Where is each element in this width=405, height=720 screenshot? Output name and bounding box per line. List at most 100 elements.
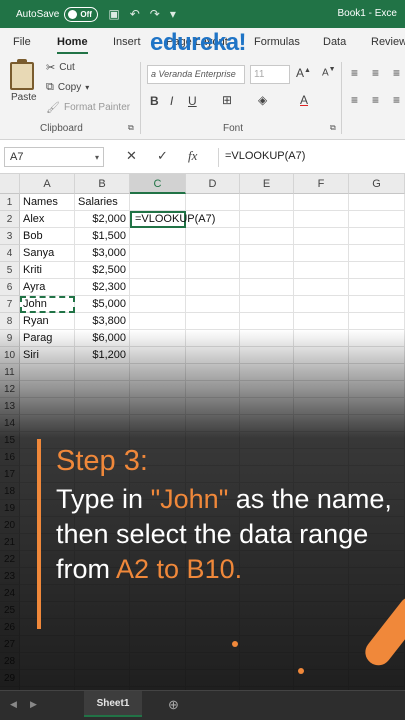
cell-f2[interactable] <box>294 211 349 228</box>
cell-e2[interactable] <box>240 211 294 228</box>
cell-g8[interactable] <box>349 313 405 330</box>
redo-icon[interactable]: ↷ <box>150 7 160 21</box>
cell-e1[interactable] <box>240 194 294 211</box>
cell-a2[interactable]: Alex <box>20 211 75 228</box>
tab-file[interactable]: File <box>13 36 31 48</box>
cell-f5[interactable] <box>294 262 349 279</box>
bold-icon[interactable]: B <box>150 94 159 108</box>
cell-f8[interactable] <box>294 313 349 330</box>
cell-d4[interactable] <box>186 245 240 262</box>
cell-c6[interactable] <box>130 279 186 296</box>
prev-sheet-icon[interactable]: ◀ <box>10 699 17 710</box>
cell-c2[interactable]: =VLOOKUP(A7) <box>130 211 215 228</box>
row-header-1[interactable]: 1 <box>0 194 20 211</box>
cell-b6[interactable]: $2,300 <box>75 279 130 296</box>
cell-a7[interactable]: John <box>20 296 75 313</box>
cell-g1[interactable] <box>349 194 405 211</box>
align-right-icon[interactable]: ≡ <box>393 93 400 107</box>
cell-g3[interactable] <box>349 228 405 245</box>
paste-button[interactable]: Paste <box>11 92 37 103</box>
cell-f4[interactable] <box>294 245 349 262</box>
cell-a5[interactable]: Kriti <box>20 262 75 279</box>
align-middle-icon[interactable]: ≡ <box>372 66 379 80</box>
cell-c5[interactable] <box>130 262 186 279</box>
next-sheet-icon[interactable]: ▶ <box>30 699 37 710</box>
increase-font-icon[interactable]: A▲ <box>296 66 311 80</box>
cell-d5[interactable] <box>186 262 240 279</box>
align-center-icon[interactable]: ≡ <box>372 93 379 107</box>
font-color-icon[interactable]: A <box>300 93 308 107</box>
column-header-d[interactable]: D <box>186 174 240 194</box>
row-header-4[interactable]: 4 <box>0 245 20 262</box>
cell-d1[interactable] <box>186 194 240 211</box>
cell-e6[interactable] <box>240 279 294 296</box>
formula-input[interactable]: =VLOOKUP(A7) <box>218 148 401 167</box>
cell-c8[interactable] <box>130 313 186 330</box>
name-box[interactable]: A7 <box>4 147 104 167</box>
cell-e7[interactable] <box>240 296 294 313</box>
column-header-g[interactable]: G <box>349 174 405 194</box>
cell-b7[interactable]: $5,000 <box>75 296 130 313</box>
cell-g2[interactable] <box>349 211 405 228</box>
font-launcher-icon[interactable]: ⧉ <box>330 123 336 133</box>
cell-b2[interactable]: $2,000 <box>75 211 130 228</box>
tab-review[interactable]: Review <box>371 36 405 48</box>
column-header-b[interactable]: B <box>75 174 130 194</box>
cell-c1[interactable] <box>130 194 186 211</box>
save-icon[interactable]: ▣ <box>108 7 119 21</box>
cell-c3[interactable] <box>130 228 186 245</box>
decrease-font-icon[interactable]: A▼ <box>322 66 336 78</box>
column-header-e[interactable]: E <box>240 174 294 194</box>
copy-button[interactable]: ⧉ Copy ▾ <box>46 81 89 94</box>
cell-g6[interactable] <box>349 279 405 296</box>
cell-b5[interactable]: $2,500 <box>75 262 130 279</box>
tab-formulas[interactable]: Formulas <box>254 36 300 48</box>
paste-icon[interactable] <box>10 59 34 90</box>
cell-d6[interactable] <box>186 279 240 296</box>
row-header-6[interactable]: 6 <box>0 279 20 296</box>
cell-d7[interactable] <box>186 296 240 313</box>
name-box-dropdown-icon[interactable]: ▾ <box>95 153 99 162</box>
borders-icon[interactable]: ⊞ <box>222 93 232 107</box>
cell-f7[interactable] <box>294 296 349 313</box>
cell-e8[interactable] <box>240 313 294 330</box>
cell-c4[interactable] <box>130 245 186 262</box>
customize-icon[interactable]: ▾ <box>170 7 176 21</box>
row-header-7[interactable]: 7 <box>0 296 20 313</box>
cell-g7[interactable] <box>349 296 405 313</box>
cell-f6[interactable] <box>294 279 349 296</box>
cell-d2[interactable] <box>186 211 240 228</box>
font-name-field[interactable]: a Veranda Enterprise <box>147 65 245 84</box>
column-header-c[interactable]: C <box>130 174 186 194</box>
cell-e4[interactable] <box>240 245 294 262</box>
cancel-formula-button[interactable]: ✕ <box>126 148 137 164</box>
add-sheet-icon[interactable]: ⊕ <box>168 697 179 713</box>
autosave-toggle[interactable]: Off <box>64 6 99 22</box>
cell-g4[interactable] <box>349 245 405 262</box>
cell-a4[interactable]: Sanya <box>20 245 75 262</box>
row-header-5[interactable]: 5 <box>0 262 20 279</box>
insert-function-button[interactable]: fx <box>188 148 197 164</box>
cell-g5[interactable] <box>349 262 405 279</box>
cut-button[interactable]: ✂ Cut <box>46 61 75 74</box>
format-painter-button[interactable]: 🖌 Format Painter <box>46 101 130 114</box>
cell-e3[interactable] <box>240 228 294 245</box>
underline-icon[interactable]: U <box>188 94 197 108</box>
fill-color-icon[interactable]: ◈ <box>258 93 267 107</box>
cell-a1[interactable]: Names <box>20 194 75 211</box>
row-header-8[interactable]: 8 <box>0 313 20 330</box>
italic-icon[interactable]: I <box>170 94 173 108</box>
undo-icon[interactable]: ↶ <box>130 7 140 21</box>
select-all-corner[interactable] <box>0 174 20 194</box>
cell-b8[interactable]: $3,800 <box>75 313 130 330</box>
align-top-icon[interactable]: ≡ <box>351 66 358 80</box>
tab-data[interactable]: Data <box>323 36 346 48</box>
cell-b4[interactable]: $3,000 <box>75 245 130 262</box>
cell-a6[interactable]: Ayra <box>20 279 75 296</box>
enter-formula-button[interactable]: ✓ <box>157 148 168 164</box>
cell-a8[interactable]: Ryan <box>20 313 75 330</box>
cell-d8[interactable] <box>186 313 240 330</box>
row-header-2[interactable]: 2 <box>0 211 20 228</box>
cell-c7[interactable] <box>130 296 186 313</box>
sheet-tab-sheet1[interactable]: Sheet1 <box>84 691 142 717</box>
